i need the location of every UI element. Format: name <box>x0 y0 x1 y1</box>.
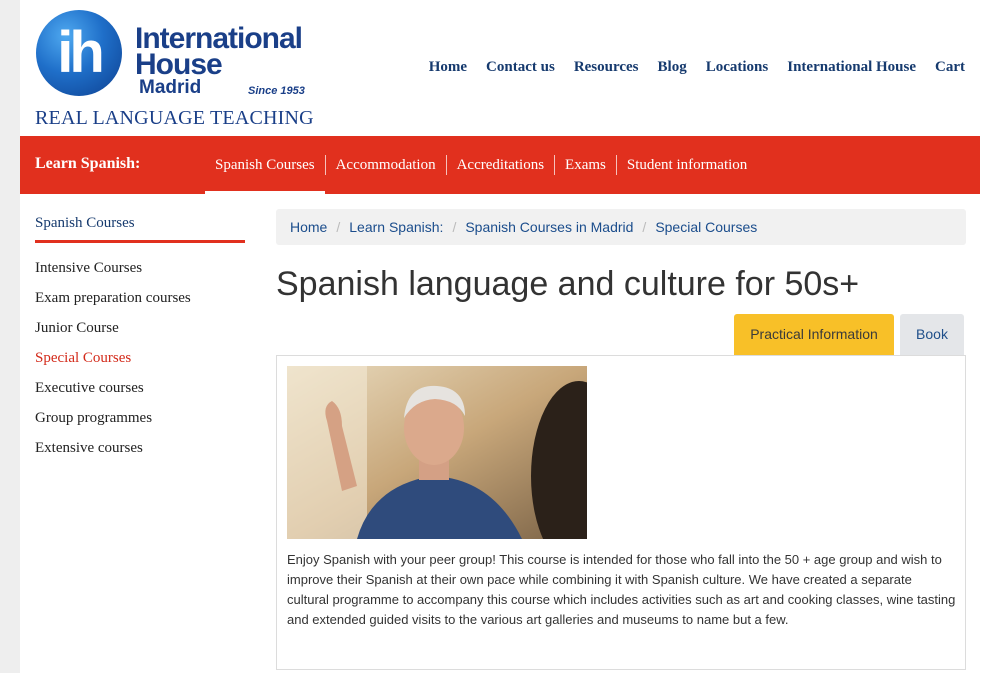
top-nav: Home Contact us Resources Blog Locations… <box>410 59 965 76</box>
sidebar-item-junior-course[interactable]: Junior Course <box>35 318 191 348</box>
tab-book[interactable]: Book <box>900 314 964 355</box>
sidebar-item-intensive-courses[interactable]: Intensive Courses <box>35 258 191 288</box>
breadcrumb-separator: / <box>336 219 341 235</box>
breadcrumb-home[interactable]: Home <box>290 219 327 235</box>
nav-cart[interactable]: Cart <box>935 59 965 76</box>
sidebar-item-exam-preparation[interactable]: Exam preparation courses <box>35 288 191 318</box>
nav-contact-us[interactable]: Contact us <box>486 59 555 76</box>
sidebar-item-executive-courses[interactable]: Executive courses <box>35 378 191 408</box>
sidebar-list: Intensive Courses Exam preparation cours… <box>35 258 191 468</box>
logo-since: Since 1953 <box>248 85 305 97</box>
section-tab-exams[interactable]: Exams <box>555 136 616 194</box>
nav-resources[interactable]: Resources <box>574 59 639 76</box>
page-title: Spanish language and culture for 50s+ <box>276 265 860 303</box>
ih-logo-icon: ih <box>36 10 122 96</box>
section-tab-accommodation[interactable]: Accommodation <box>326 136 446 194</box>
course-description: Enjoy Spanish with your peer group! This… <box>287 552 956 627</box>
section-nav-bar: Learn Spanish: Spanish Courses Accommoda… <box>20 136 980 195</box>
section-tab-spanish-courses[interactable]: Spanish Courses <box>205 136 325 195</box>
page: ih International House Madrid Since 1953… <box>20 0 991 673</box>
section-nav: Spanish Courses Accommodation Accreditat… <box>205 136 757 195</box>
breadcrumb-separator: / <box>452 219 457 235</box>
nav-blog[interactable]: Blog <box>658 59 687 76</box>
section-tab-student-information[interactable]: Student information <box>617 136 757 194</box>
nav-home[interactable]: Home <box>429 59 467 76</box>
breadcrumb: Home / Learn Spanish: / Spanish Courses … <box>276 209 966 245</box>
nav-international-house[interactable]: International House <box>787 59 916 76</box>
sidebar-title[interactable]: Spanish Courses <box>35 215 245 243</box>
tab-practical-information[interactable]: Practical Information <box>734 314 894 355</box>
course-photo-illustration <box>287 366 587 539</box>
section-tab-accreditations[interactable]: Accreditations <box>447 136 554 194</box>
tab-content-panel: Enjoy Spanish with your peer group! This… <box>276 355 966 670</box>
sidebar-item-group-programmes[interactable]: Group programmes <box>35 408 191 438</box>
breadcrumb-learn-spanish[interactable]: Learn Spanish: <box>349 219 443 235</box>
nav-locations[interactable]: Locations <box>706 59 769 76</box>
breadcrumb-special-courses[interactable]: Special Courses <box>655 219 757 235</box>
breadcrumb-separator: / <box>642 219 647 235</box>
sidebar-item-extensive-courses[interactable]: Extensive courses <box>35 438 191 468</box>
section-label: Learn Spanish: <box>35 155 141 172</box>
sidebar-item-special-courses[interactable]: Special Courses <box>35 348 191 378</box>
logo-text-line3: Madrid <box>139 77 202 98</box>
course-photo <box>287 366 587 539</box>
logo-text-line2: House <box>135 48 223 81</box>
tagline: REAL LANGUAGE TEACHING <box>35 107 314 129</box>
breadcrumb-spanish-courses-madrid[interactable]: Spanish Courses in Madrid <box>465 219 633 235</box>
